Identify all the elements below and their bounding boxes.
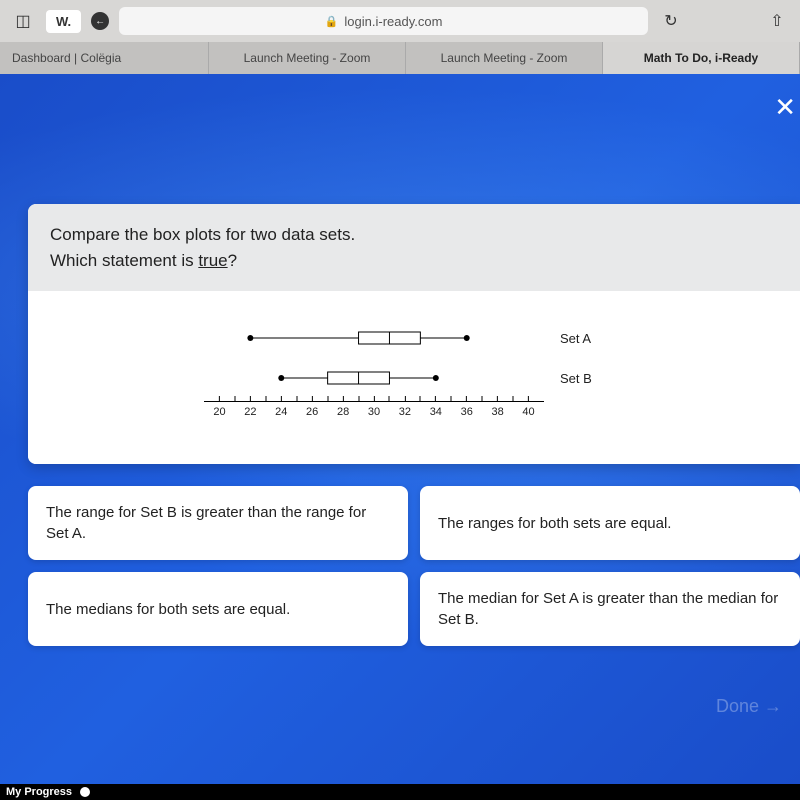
axis-tick-label: 38 [492,406,504,418]
x-axis-ticks: 20 22 24 26 28 30 32 34 36 38 40 [204,402,544,424]
reload-icon[interactable]: ↻ [658,8,684,34]
question-prompt: Compare the box plots for two data sets.… [28,204,800,291]
axis-tick-label: 32 [399,406,411,418]
my-progress-label[interactable]: My Progress [6,786,72,798]
browser-toolbar: ◫ W. ← 🔒 login.i-ready.com ↻ ⇧ [0,0,800,42]
question-line-2b: true [198,251,227,270]
answer-option-3[interactable]: The medians for both sets are equal. [28,572,408,646]
tab-zoom-1[interactable]: Launch Meeting - Zoom [209,42,406,74]
page-content: ✕ Compare the box plots for two data set… [0,74,800,784]
axis-tick-label: 30 [368,406,380,418]
progress-dot-icon [80,787,90,797]
answers-grid: The range for Set B is greater than the … [28,486,800,646]
question-line-2c: ? [228,251,237,270]
axis-tick-label: 20 [213,406,225,418]
boxplot-set-a: Set A [204,321,624,355]
answer-option-1[interactable]: The range for Set B is greater than the … [28,486,408,560]
close-icon[interactable]: ✕ [770,88,800,127]
tab-label-w[interactable]: W. [46,10,81,33]
answer-option-2[interactable]: The ranges for both sets are equal. [420,486,800,560]
footer-bar: My Progress [0,784,800,800]
done-button[interactable]: Done → [716,686,782,727]
chart-area: Set A Set B 20 22 24 26 28 30 32 34 36 38 40 [28,291,800,464]
back-icon[interactable]: ← [91,12,109,30]
answer-option-4[interactable]: The median for Set A is greater than the… [420,572,800,646]
axis-tick-label: 28 [337,406,349,418]
tab-dashboard[interactable]: Dashboard | Colëgia [0,42,209,74]
question-line-1: Compare the box plots for two data sets. [50,225,355,244]
axis-tick-label: 34 [430,406,442,418]
axis-tick-label: 36 [461,406,473,418]
address-bar[interactable]: 🔒 login.i-ready.com [119,7,648,35]
url-text: login.i-ready.com [344,14,442,29]
question-card: Compare the box plots for two data sets.… [28,204,800,464]
axis-tick-label: 40 [522,406,534,418]
tab-iready[interactable]: Math To Do, i-Ready [603,42,800,74]
boxplot-label: Set B [560,371,592,386]
tabs-row: Dashboard | Colëgia Launch Meeting - Zoo… [0,42,800,74]
axis-tick-label: 24 [275,406,287,418]
lock-icon: 🔒 [325,15,339,28]
axis-tick-label: 22 [244,406,256,418]
sidebar-toggle-icon[interactable]: ◫ [10,8,36,34]
question-line-2a: Which statement is [50,251,198,270]
axis-tick-label: 26 [306,406,318,418]
tab-zoom-2[interactable]: Launch Meeting - Zoom [406,42,603,74]
boxplot-label: Set A [560,331,591,346]
boxplot-set-b: Set B [204,361,624,395]
share-icon[interactable]: ⇧ [764,8,790,34]
